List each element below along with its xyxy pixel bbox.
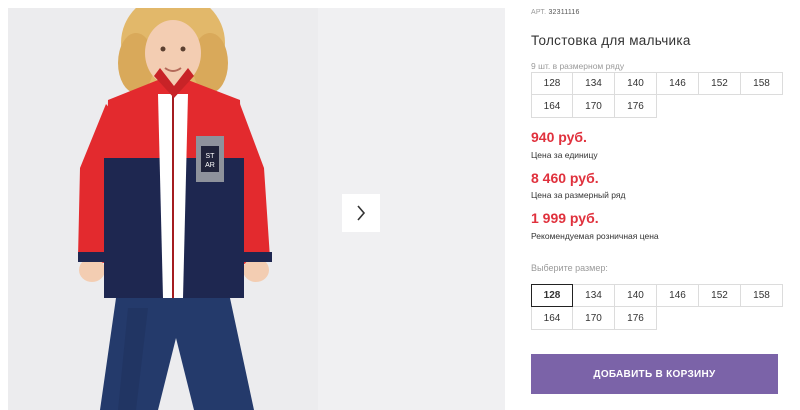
size-picker-grid: 128 134 140 146 152 158 164 170 176 <box>531 284 783 330</box>
sku-label: АРТ. <box>531 9 547 16</box>
size-set-cell-158: 158 <box>741 72 783 95</box>
retail-price: 1 999 руб. <box>531 210 599 226</box>
size-picker-label: Выберите размер: <box>531 263 608 273</box>
retail-price-label: Рекомендуемая розничная цена <box>531 231 659 241</box>
size-option-128[interactable]: 128 <box>531 284 573 307</box>
size-set-cell-134: 134 <box>573 72 615 95</box>
product-gallery: ST AR <box>0 0 505 410</box>
size-option-170[interactable]: 170 <box>573 307 615 330</box>
size-option-176[interactable]: 176 <box>615 307 657 330</box>
size-option-140[interactable]: 140 <box>615 284 657 307</box>
size-set-cell-128: 128 <box>531 72 573 95</box>
size-set-cell-164: 164 <box>531 95 573 118</box>
size-set-cell-152: 152 <box>699 72 741 95</box>
size-option-146[interactable]: 146 <box>657 284 699 307</box>
size-set-cell-170: 170 <box>573 95 615 118</box>
chevron-right-icon <box>357 205 366 221</box>
size-set-count: 9 шт. в размерном ряду <box>531 61 625 71</box>
size-set-cell-176: 176 <box>615 95 657 118</box>
size-option-164[interactable]: 164 <box>531 307 573 330</box>
size-option-158[interactable]: 158 <box>741 284 783 307</box>
product-photo: ST AR <box>8 8 318 410</box>
patch-logo-line1: ST <box>206 153 216 160</box>
product-photo-illustration: ST AR <box>8 8 318 410</box>
gallery-next-button[interactable] <box>342 194 380 232</box>
size-set-cell-146: 146 <box>657 72 699 95</box>
add-to-cart-button[interactable]: ДОБАВИТЬ В КОРЗИНУ <box>531 354 778 394</box>
set-price-label: Цена за размерный ряд <box>531 190 626 200</box>
product-title: Толстовка для мальчика <box>531 33 691 48</box>
patch-logo-line2: AR <box>205 162 215 169</box>
size-set-cell-140: 140 <box>615 72 657 95</box>
set-price: 8 460 руб. <box>531 170 599 186</box>
unit-price: 940 руб. <box>531 129 587 145</box>
sku-value: 32311116 <box>548 9 580 16</box>
product-sku: АРТ. 32311116 <box>531 9 580 16</box>
unit-price-label: Цена за единицу <box>531 150 598 160</box>
size-option-134[interactable]: 134 <box>573 284 615 307</box>
size-set-grid: 128 134 140 146 152 158 164 170 176 <box>531 72 783 118</box>
size-option-152[interactable]: 152 <box>699 284 741 307</box>
